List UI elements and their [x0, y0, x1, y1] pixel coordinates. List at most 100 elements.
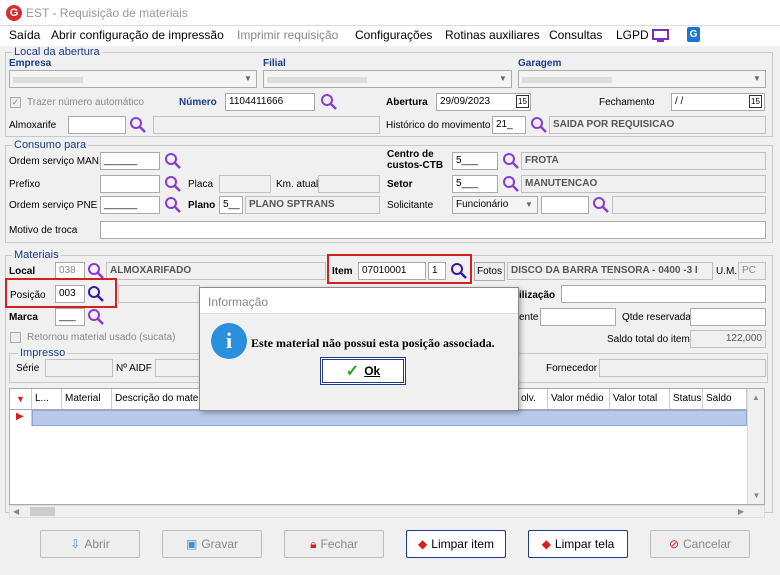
empresa-select[interactable]: ▼ — [9, 70, 257, 88]
table-row[interactable] — [32, 410, 747, 426]
search-icon[interactable] — [164, 175, 182, 193]
garagem-label: Garagem — [518, 58, 562, 69]
garagem-select[interactable]: ▼ — [518, 70, 766, 88]
search-icon[interactable] — [530, 116, 548, 134]
grid-scrollbar[interactable]: ▲ ▼ — [747, 389, 764, 504]
grid-col-saldo[interactable]: Saldo — [703, 389, 747, 409]
search-icon[interactable] — [502, 175, 520, 193]
ente-field[interactable] — [540, 308, 616, 326]
numero-field[interactable]: 1104411666 — [225, 93, 315, 111]
fechar-button[interactable]: 🔒︎ Fechar — [284, 530, 384, 558]
os-pne-field[interactable]: ______ — [100, 196, 160, 214]
utilizacao-field[interactable] — [561, 285, 766, 303]
ok-button[interactable]: ✓ Ok — [320, 357, 406, 385]
retornou-checkbox[interactable] — [10, 332, 21, 343]
serie-field — [45, 359, 113, 377]
item-seq[interactable]: 1 — [428, 262, 446, 280]
menu-saida[interactable]: Saída — [9, 28, 40, 42]
fornecedor-field — [599, 359, 766, 377]
almoxarife-field[interactable] — [68, 116, 126, 134]
search-icon[interactable] — [164, 152, 182, 170]
um-label: U.M. — [716, 266, 738, 277]
item-label: Item — [332, 266, 353, 277]
chevron-down-icon: ▼ — [753, 74, 761, 83]
trazer-checkbox[interactable]: ✓ — [10, 97, 21, 108]
calendar-icon[interactable]: 15 — [516, 95, 529, 108]
ente-label: ente — [519, 312, 539, 323]
solicitante-select[interactable]: Funcionário ▼ — [452, 196, 538, 214]
posicao-field[interactable]: 003 — [55, 285, 85, 303]
centro-code[interactable]: 5___ — [452, 152, 498, 170]
menu-lgpd[interactable]: LGPD — [616, 28, 649, 42]
almoxarife-label: Almoxarife — [9, 120, 57, 131]
historico-label: Histórico do movimento — [386, 120, 491, 131]
search-icon[interactable] — [87, 308, 105, 326]
cancelar-button[interactable]: ⊘ Cancelar — [650, 530, 750, 558]
app-logo: G — [6, 5, 22, 21]
app-g-icon[interactable]: G — [687, 27, 700, 42]
item-desc: DISCO DA BARRA TENSORA - 0400 -3 I — [507, 262, 713, 280]
aidf-label: Nº AIDF — [116, 363, 152, 374]
row-pointer-icon: ▶ — [10, 410, 32, 426]
motivo-label: Motivo de troca — [9, 225, 78, 236]
grid-col-descricao[interactable]: Descrição do material — [112, 389, 210, 409]
grid-col-valor-medio[interactable]: Valor médio — [548, 389, 610, 409]
saldo-label: Saldo total do item — [607, 334, 690, 345]
abertura-label: Abertura — [386, 97, 428, 108]
grid-col-valor-total[interactable]: Valor total — [610, 389, 670, 409]
impresso-legend: Impresso — [18, 347, 68, 359]
limpar-tela-button[interactable]: ◆ Limpar tela — [528, 530, 628, 558]
limpar-item-button[interactable]: ◆ Limpar item — [406, 530, 506, 558]
check-icon: ✓ — [345, 363, 360, 380]
setor-code[interactable]: 5___ — [452, 175, 498, 193]
os-man-field[interactable]: ______ — [100, 152, 160, 170]
dialog-title: Informação — [208, 295, 269, 309]
filial-select[interactable]: ▼ — [263, 70, 512, 88]
item-code[interactable]: 07010001 — [358, 262, 426, 280]
cancel-icon: ⊘ — [668, 537, 680, 551]
centro-label-1: Centro de — [387, 149, 434, 160]
solicitante-code[interactable] — [541, 196, 589, 214]
grid-col-l[interactable]: L... — [32, 389, 62, 409]
grid-col-material[interactable]: Material — [62, 389, 112, 409]
historico-code[interactable]: 21_ — [492, 116, 526, 134]
solicitante-label: Solicitante — [387, 200, 434, 211]
grid-col-olv[interactable]: olv. — [518, 389, 548, 409]
serie-label: Série — [16, 363, 40, 374]
motivo-field[interactable] — [100, 221, 766, 239]
info-icon: i — [211, 323, 247, 359]
search-icon[interactable] — [87, 285, 105, 303]
saldo-field: 122,000 — [690, 330, 766, 348]
calendar-icon[interactable]: 15 — [749, 95, 762, 108]
setor-label: Setor — [387, 179, 413, 190]
menu-imprimir[interactable]: Imprimir requisição — [237, 28, 338, 42]
menu-configuracoes[interactable]: Configurações — [355, 28, 432, 42]
marca-field[interactable]: ___ — [55, 308, 85, 326]
plano-code[interactable]: 5__ — [219, 196, 243, 214]
download-icon: ⇩ — [70, 537, 81, 551]
abrir-button[interactable]: ⇩ Abrir — [40, 530, 140, 558]
menu-abrir-config[interactable]: Abrir configuração de impressão — [51, 28, 224, 42]
filial-label: Filial — [263, 58, 286, 69]
os-pne-label: Ordem serviço PNE — [9, 200, 98, 211]
search-icon[interactable] — [592, 196, 610, 214]
historico-desc: SAIDA POR REQUISICAO — [549, 116, 766, 134]
numero-label: Número — [179, 97, 217, 108]
search-icon[interactable] — [164, 196, 182, 214]
grid-sort-icon[interactable]: ▼ — [10, 389, 32, 409]
horizontal-scrollbar[interactable]: ◀ ▶ — [9, 505, 765, 518]
search-icon[interactable] — [320, 93, 338, 111]
lock-icon: 🔒︎ — [310, 536, 317, 551]
search-icon[interactable] — [502, 152, 520, 170]
centro-label-2: custos-CTB — [387, 160, 444, 171]
grid-col-status[interactable]: Status — [670, 389, 703, 409]
eraser-icon: ◆ — [541, 537, 551, 551]
menu-consultas[interactable]: Consultas — [549, 28, 602, 42]
fotos-button[interactable]: Fotos — [474, 262, 505, 281]
menu-rotinas[interactable]: Rotinas auxiliares — [445, 28, 540, 42]
prefixo-field[interactable] — [100, 175, 160, 193]
gravar-button[interactable]: ▣ Gravar — [162, 530, 262, 558]
monitor-icon[interactable] — [652, 29, 669, 46]
search-icon[interactable] — [129, 116, 147, 134]
search-icon[interactable] — [450, 262, 468, 280]
